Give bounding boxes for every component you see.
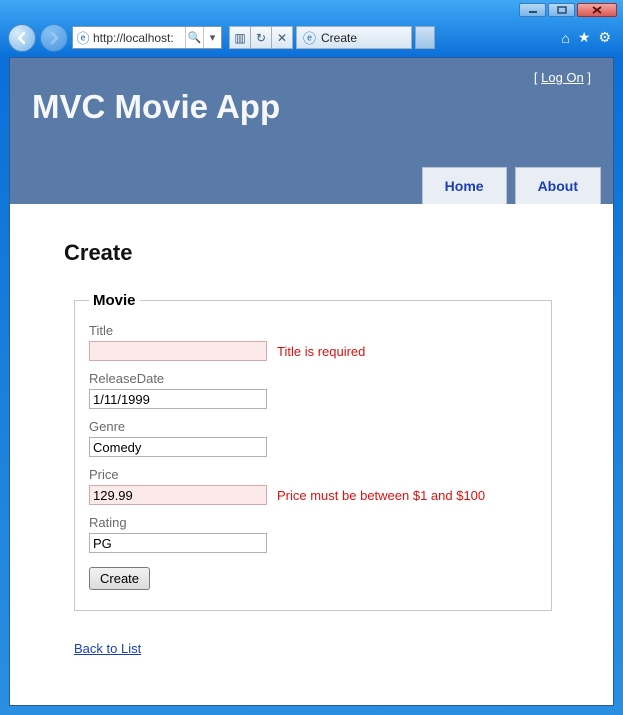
- error-title: Title is required: [277, 344, 365, 359]
- page-break-icon: ▥: [234, 31, 245, 45]
- tab-title: Create: [321, 31, 357, 45]
- forward-button[interactable]: [40, 24, 68, 52]
- browser-tab[interactable]: ⓔ Create: [296, 26, 412, 49]
- page-heading: Create: [64, 240, 583, 266]
- menu-about[interactable]: About: [515, 167, 601, 204]
- search-icon[interactable]: 🔍: [185, 27, 203, 48]
- favorites-icon[interactable]: ★: [578, 29, 591, 46]
- stop-icon: ✕: [277, 31, 287, 45]
- label-rating: Rating: [89, 515, 537, 530]
- stop-button[interactable]: ✕: [271, 26, 293, 49]
- site-header: [ Log On ] MVC Movie App Home About: [10, 58, 613, 204]
- browser-toolbar: ⓔ 🔍 ▾ ▥ ↻ ✕ ⓔ Create ⌂ ★ ⚙: [0, 20, 623, 55]
- fieldset-legend: Movie: [89, 292, 140, 309]
- main-menu: Home About: [422, 167, 601, 204]
- new-tab-button[interactable]: [415, 26, 435, 49]
- arrow-right-icon: [47, 31, 61, 45]
- label-price: Price: [89, 467, 537, 482]
- toolbar-buttons: ▥ ↻ ✕: [230, 26, 293, 49]
- refresh-button[interactable]: ↻: [250, 26, 272, 49]
- window-controls: [519, 3, 617, 17]
- ie-favicon-icon: ⓔ: [73, 28, 93, 47]
- browser-window: ⓔ 🔍 ▾ ▥ ↻ ✕ ⓔ Create ⌂ ★ ⚙ [ Log On ] MV…: [0, 0, 623, 715]
- main-content: Create Movie Title Title is required Rel…: [10, 204, 613, 668]
- close-button[interactable]: [577, 3, 617, 17]
- input-releasedate[interactable]: [89, 389, 267, 409]
- input-price[interactable]: [89, 485, 267, 505]
- minimize-button[interactable]: [519, 3, 546, 17]
- input-title[interactable]: [89, 341, 267, 361]
- label-title: Title: [89, 323, 537, 338]
- page-viewport: [ Log On ] MVC Movie App Home About Crea…: [9, 57, 614, 706]
- input-genre[interactable]: [89, 437, 267, 457]
- home-icon[interactable]: ⌂: [561, 30, 569, 46]
- window-titlebar: [0, 0, 623, 20]
- input-rating[interactable]: [89, 533, 267, 553]
- tools-icon[interactable]: ⚙: [598, 29, 611, 46]
- error-price: Price must be between $1 and $100: [277, 488, 485, 503]
- tab-favicon-icon: ⓔ: [303, 28, 316, 47]
- menu-home[interactable]: Home: [422, 167, 507, 204]
- back-to-list-link[interactable]: Back to List: [74, 641, 141, 656]
- maximize-button[interactable]: [548, 3, 575, 17]
- address-bar[interactable]: ⓔ 🔍 ▾: [72, 26, 222, 49]
- refresh-icon: ↻: [256, 31, 266, 45]
- login-area: [ Log On ]: [534, 70, 591, 85]
- site-title: MVC Movie App: [32, 88, 280, 126]
- url-input[interactable]: [93, 28, 185, 47]
- create-button[interactable]: Create: [89, 567, 150, 590]
- command-bar: ⌂ ★ ⚙: [561, 29, 617, 46]
- dropdown-icon[interactable]: ▾: [203, 27, 221, 48]
- label-genre: Genre: [89, 419, 537, 434]
- logon-link[interactable]: Log On: [541, 70, 584, 85]
- movie-fieldset: Movie Title Title is required ReleaseDat…: [74, 292, 552, 611]
- arrow-left-icon: [15, 31, 29, 45]
- compat-view-button[interactable]: ▥: [229, 26, 251, 49]
- back-button[interactable]: [8, 24, 36, 52]
- label-releasedate: ReleaseDate: [89, 371, 537, 386]
